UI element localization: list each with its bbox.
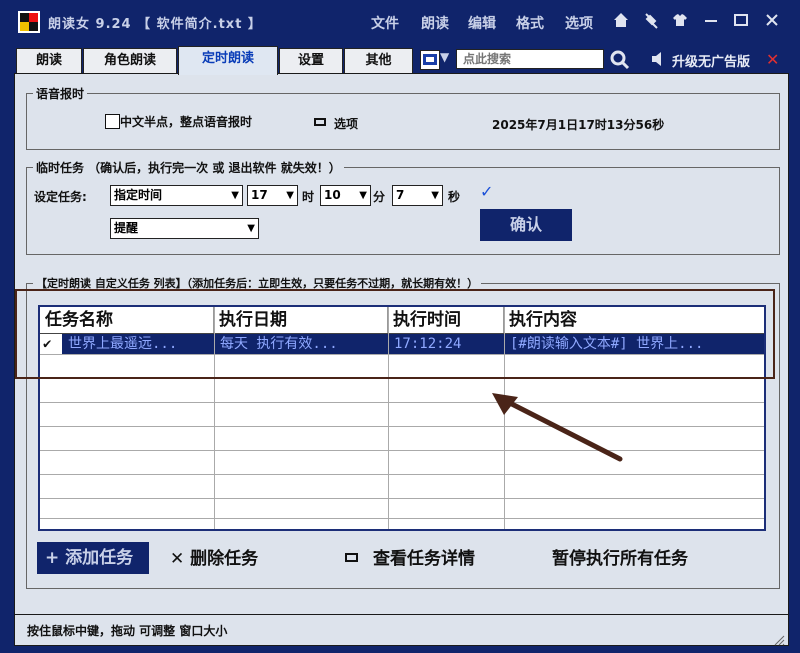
delete-task-button[interactable]: ✕ 删除任务: [170, 544, 258, 569]
add-task-button[interactable]: + 添加任务: [37, 542, 149, 574]
app-window: 朗读女 9.24 【 软件简介.txt 】 文件 朗读 编辑 格式 选项 朗读 …: [0, 0, 800, 653]
status-bar: 按住鼠标中键，拖动 可调整 窗口大小: [14, 614, 789, 646]
title-bar: 朗读女 9.24 【 软件简介.txt 】 文件 朗读 编辑 格式 选项: [0, 0, 800, 40]
grid-line: [40, 450, 764, 451]
tab-role-read[interactable]: 角色朗读: [83, 48, 177, 74]
grid-line: [40, 474, 764, 475]
options-button[interactable]: 选项: [334, 115, 358, 132]
grid-line: [40, 402, 764, 403]
voice-announce-group: 语音报时 中文半点，整点语音报时 选项 2025年7月1日17时13分56秒: [26, 85, 780, 150]
upgrade-link[interactable]: 升级无广告版: [672, 51, 750, 70]
task-mode-select[interactable]: 指定时间 ▼: [110, 185, 243, 206]
chevron-down-icon: ▼: [431, 190, 439, 201]
maximize-icon[interactable]: [731, 11, 751, 31]
minute-select[interactable]: 10 ▼: [320, 185, 371, 206]
search-icon[interactable]: [609, 49, 631, 71]
speaker-icon: [650, 50, 668, 68]
minute-value: 10: [324, 188, 341, 202]
second-value: 7: [396, 188, 405, 202]
app-logo-icon: [18, 11, 40, 33]
hour-value: 17: [251, 188, 268, 202]
voice-announce-legend: 语音报时: [33, 85, 88, 102]
menu-read[interactable]: 朗读: [421, 13, 449, 33]
annotation-highlight-box: [15, 289, 775, 379]
temp-task-group: 临时任务 （确认后，执行完一次 或 退出软件 就失效！） 设定任务: 指定时间 ▼…: [26, 159, 780, 255]
menu-edit[interactable]: 编辑: [468, 13, 496, 33]
engine-icon[interactable]: [420, 50, 440, 70]
add-task-label: 添加任务: [65, 548, 134, 568]
tab-timed-read[interactable]: 定时朗读: [178, 46, 278, 75]
delete-icon: ✕: [170, 549, 191, 569]
temp-task-legend: 临时任务 （确认后，执行完一次 或 退出软件 就失效！）: [33, 159, 344, 176]
delete-task-label: 删除任务: [190, 549, 259, 569]
current-datetime: 2025年7月1日17时13分56秒: [492, 118, 665, 132]
chevron-down-icon: ▼: [231, 190, 239, 201]
hour-unit: 时: [302, 190, 315, 204]
menu-format[interactable]: 格式: [516, 13, 544, 33]
annotation-arrow-icon: [492, 393, 623, 462]
status-text: 按住鼠标中键，拖动 可调整 窗口大小: [27, 624, 228, 638]
options-icon[interactable]: [314, 118, 326, 126]
resize-grip-icon[interactable]: [773, 631, 785, 646]
check-icon: ✓: [480, 182, 494, 201]
tab-other[interactable]: 其他: [344, 48, 413, 74]
tab-settings[interactable]: 设置: [279, 48, 343, 74]
minute-unit: 分: [373, 190, 386, 204]
second-select[interactable]: 7 ▼: [392, 185, 443, 206]
pin-icon[interactable]: [641, 11, 661, 31]
half-hour-checkbox[interactable]: [105, 114, 120, 129]
search-input[interactable]: [456, 49, 604, 69]
chevron-down-icon: ▼: [247, 223, 255, 234]
chevron-down-icon: ▼: [286, 190, 294, 201]
view-task-details-button[interactable]: 查看任务详情: [373, 544, 475, 569]
second-unit: 秒: [448, 190, 461, 204]
home-icon[interactable]: [611, 11, 631, 31]
grid-line: [40, 518, 764, 519]
shirt-icon[interactable]: [670, 11, 690, 31]
minimize-icon[interactable]: [701, 11, 721, 31]
grid-line: [40, 426, 764, 427]
grid-line: [40, 498, 764, 499]
confirm-button[interactable]: 确认: [480, 209, 572, 241]
pause-all-tasks-button[interactable]: 暂停执行所有任务: [552, 544, 688, 569]
close-ad-icon[interactable]: ✕: [766, 50, 779, 69]
menu-options[interactable]: 选项: [565, 13, 593, 33]
menu-file[interactable]: 文件: [371, 13, 399, 33]
task-action-select[interactable]: 提醒 ▼: [110, 218, 259, 239]
close-icon[interactable]: [762, 11, 782, 31]
tab-read[interactable]: 朗读: [16, 48, 82, 74]
details-icon[interactable]: [345, 553, 358, 562]
plus-icon: +: [45, 548, 66, 568]
chevron-down-icon: ▼: [359, 190, 367, 201]
task-mode-value: 指定时间: [114, 188, 163, 202]
set-task-label: 设定任务:: [34, 190, 87, 204]
window-title: 朗读女 9.24 【 软件简介.txt 】: [48, 17, 262, 32]
hour-select[interactable]: 17 ▼: [247, 185, 298, 206]
dropdown-arrow-icon[interactable]: ▼: [440, 50, 449, 64]
half-hour-checkbox-label: 中文半点，整点语音报时: [120, 115, 253, 129]
task-action-value: 提醒: [114, 221, 139, 235]
